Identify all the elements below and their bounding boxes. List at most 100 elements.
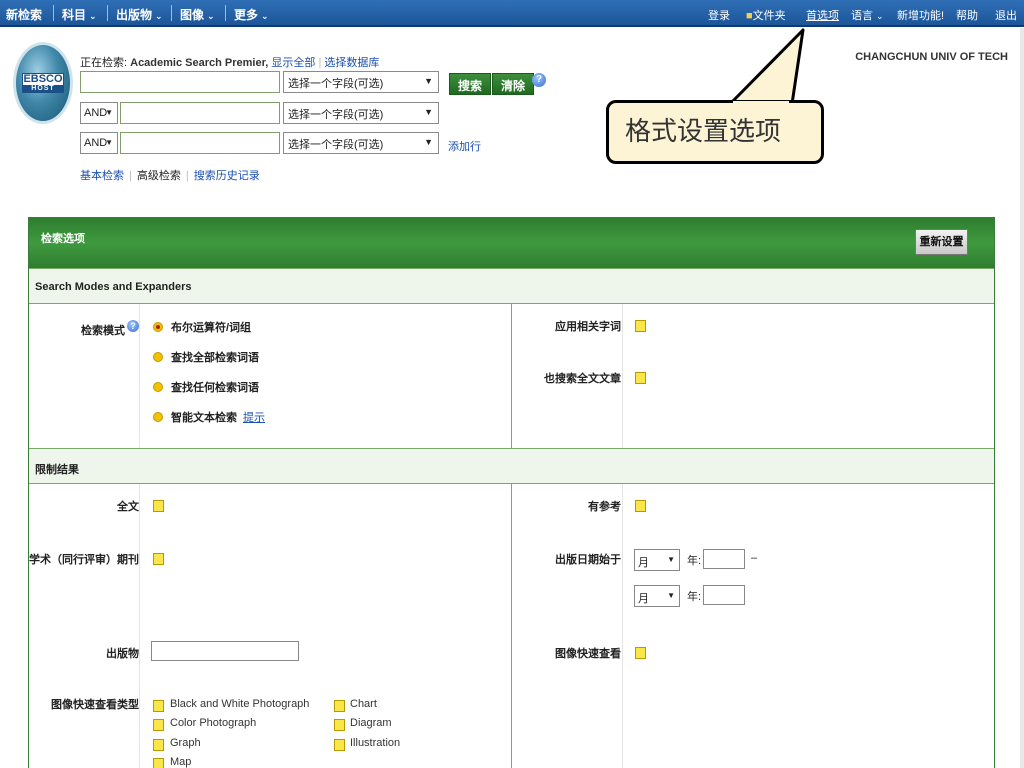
- nav-subjects[interactable]: 科目 ⌄: [62, 6, 97, 23]
- help-icon[interactable]: ?: [532, 73, 546, 87]
- search-mode-label: 检索模式: [81, 325, 125, 337]
- chevron-down-icon: ⌄: [261, 11, 269, 21]
- year-label: 年:: [687, 591, 702, 603]
- add-row-link[interactable]: 添加行: [448, 138, 481, 154]
- limit-section-header: 限制结果: [29, 448, 994, 484]
- field-select-1[interactable]: 选择一个字段(可选) ▼: [283, 71, 439, 93]
- divider: |: [318, 57, 322, 69]
- image-type-checkbox[interactable]: [153, 719, 164, 731]
- boolean-select-1[interactable]: AND ▼: [80, 102, 118, 124]
- nav-help[interactable]: 帮助: [956, 7, 978, 23]
- image-quickview-label: 图像快速查看: [555, 648, 621, 660]
- image-type-checkbox[interactable]: [153, 700, 164, 712]
- nav-new-features[interactable]: 新增功能!: [897, 7, 944, 23]
- image-quickview-checkbox[interactable]: [635, 647, 646, 659]
- mode-radio-boolean[interactable]: [153, 322, 163, 332]
- chevron-down-icon: ⌄: [876, 11, 884, 21]
- nav-more-label: 更多: [234, 8, 259, 22]
- ebsco-logo[interactable]: EBSCO HOST: [13, 42, 73, 124]
- publication-input[interactable]: [151, 641, 299, 661]
- nav-signin[interactable]: 登录: [708, 7, 730, 23]
- apply-related-label: 应用相关字词: [555, 321, 621, 333]
- image-type-label: Chart: [350, 698, 377, 710]
- reset-button[interactable]: 重新设置: [915, 229, 968, 255]
- nav-publications-label: 出版物: [116, 8, 153, 22]
- nav-folder-label: 文件夹: [752, 10, 786, 22]
- apply-related-checkbox[interactable]: [635, 320, 646, 332]
- month-label: 月: [638, 593, 649, 605]
- nav-preferences[interactable]: 首选项: [806, 7, 839, 23]
- pubdate-to-year[interactable]: [703, 585, 745, 605]
- help-icon[interactable]: ?: [127, 320, 139, 332]
- nav-divider: [225, 5, 226, 21]
- search-input-1[interactable]: [80, 71, 280, 93]
- search-input-2[interactable]: [120, 102, 280, 124]
- field-select-label: 选择一个字段(可选): [288, 139, 384, 151]
- database-name: Academic Search Premier,: [130, 57, 269, 69]
- image-type-checkbox[interactable]: [334, 700, 345, 712]
- image-type-checkbox[interactable]: [153, 739, 164, 751]
- label-divider: [139, 304, 140, 448]
- year-label: 年:: [687, 555, 702, 567]
- choose-databases-link[interactable]: 选择数据库: [324, 57, 379, 69]
- search-type-links: 基本检索 | 高级检索 | 搜索历史记录: [80, 167, 265, 183]
- basic-search-link[interactable]: 基本检索: [80, 170, 124, 182]
- image-type-checkbox[interactable]: [153, 758, 164, 768]
- nav-new-search[interactable]: 新检索: [6, 6, 42, 23]
- search-history-link[interactable]: 搜索历史记录: [194, 170, 260, 182]
- mode-radio-any[interactable]: [153, 382, 163, 392]
- image-type-checkbox[interactable]: [334, 739, 345, 751]
- image-type-label: Illustration: [350, 737, 401, 749]
- dropdown-arrow-icon: ▼: [424, 76, 433, 86]
- label-divider: [622, 484, 623, 768]
- dropdown-arrow-icon: ▼: [424, 137, 433, 147]
- publication-label: 出版物: [106, 648, 139, 660]
- field-select-2[interactable]: 选择一个字段(可选) ▼: [283, 102, 439, 124]
- image-type-label: Graph: [170, 737, 201, 749]
- callout-box: 格式设置选项: [606, 100, 824, 164]
- search-button[interactable]: 搜索: [449, 73, 492, 95]
- searching-label: 正在检索:: [80, 57, 128, 69]
- mode-label: 查找任何检索词语: [171, 382, 259, 394]
- nav-images[interactable]: 图像 ⌄: [180, 6, 215, 23]
- nav-publications[interactable]: 出版物 ⌄: [116, 6, 163, 23]
- image-type-label: Diagram: [350, 717, 392, 729]
- advanced-search-link[interactable]: 高级检索: [137, 170, 181, 182]
- month-label: 月: [638, 557, 649, 569]
- nav-more[interactable]: 更多 ⌄: [234, 6, 269, 23]
- image-type-checkbox[interactable]: [334, 719, 345, 731]
- column-divider: [511, 304, 512, 448]
- dropdown-arrow-icon: ▼: [667, 555, 675, 564]
- chevron-down-icon: ⌄: [89, 11, 97, 21]
- label-divider: [139, 484, 140, 768]
- label-divider: [622, 304, 623, 448]
- boolean-select-2[interactable]: AND ▼: [80, 132, 118, 154]
- clear-button[interactable]: 清除: [492, 73, 535, 95]
- nav-images-label: 图像: [180, 8, 205, 22]
- also-fulltext-checkbox[interactable]: [635, 372, 646, 384]
- page-scrollbar[interactable]: [1020, 28, 1024, 768]
- nav-exit[interactable]: 退出: [995, 7, 1017, 23]
- nav-language[interactable]: 语言 ⌄: [851, 7, 884, 23]
- mode-radio-smarttext[interactable]: [153, 412, 163, 422]
- pubdate-to-month[interactable]: 月 ▼: [634, 585, 680, 607]
- field-select-3[interactable]: 选择一个字段(可选) ▼: [283, 132, 439, 154]
- references-checkbox[interactable]: [635, 500, 646, 512]
- folder-icon: ■: [746, 10, 753, 22]
- mode-smarttext: 智能文本检索 提示: [171, 409, 265, 425]
- mode-label: 布尔运算符/词组: [171, 322, 252, 334]
- show-all-link[interactable]: 显示全部: [271, 57, 315, 69]
- mode-label: 智能文本检索: [171, 412, 237, 424]
- nav-subjects-label: 科目: [62, 8, 87, 22]
- mode-radio-all[interactable]: [153, 352, 163, 362]
- chevron-down-icon: ⌄: [155, 11, 163, 21]
- pubdate-from-year[interactable]: [703, 549, 745, 569]
- chevron-down-icon: ⌄: [207, 11, 215, 21]
- scholarly-checkbox[interactable]: [153, 553, 164, 565]
- hint-link[interactable]: 提示: [243, 412, 265, 424]
- nav-folder[interactable]: ■文件夹: [746, 7, 786, 23]
- pubdate-from-month[interactable]: 月 ▼: [634, 549, 680, 571]
- search-input-3[interactable]: [120, 132, 280, 154]
- image-type-label: Black and White Photograph: [170, 698, 310, 710]
- fulltext-checkbox[interactable]: [153, 500, 164, 512]
